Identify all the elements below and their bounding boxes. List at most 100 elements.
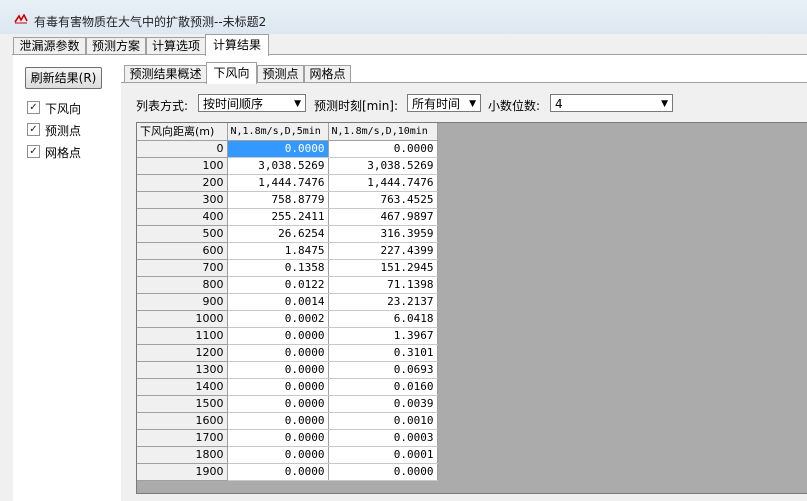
table-cell[interactable]: 0.0693 [328, 361, 438, 379]
row-header-distance[interactable]: 900 [137, 293, 228, 311]
table-cell[interactable]: 1.8475 [227, 242, 329, 260]
table-cell[interactable]: 0.0000 [227, 429, 329, 447]
table-cell[interactable]: 0.0000 [227, 378, 329, 396]
checkmark-icon[interactable]: ✓ [27, 145, 40, 158]
table-cell[interactable]: 71.1398 [328, 276, 438, 294]
row-header-distance[interactable]: 800 [137, 276, 228, 294]
row-header-distance[interactable]: 1500 [137, 395, 228, 413]
table-cell[interactable]: 151.2945 [328, 259, 438, 277]
time-select[interactable]: 所有时间 ▼ [407, 94, 481, 112]
checkmark-icon[interactable]: ✓ [27, 123, 40, 136]
table-cell[interactable]: 0.0160 [328, 378, 438, 396]
table-cell[interactable]: 0.0003 [328, 429, 438, 447]
table-row[interactable]: 1600 0.0000 0.0010 [137, 412, 438, 430]
row-header-distance[interactable]: 200 [137, 174, 228, 192]
table-cell[interactable]: 1.3967 [328, 327, 438, 345]
table-row[interactable]: 1000 0.0002 6.0418 [137, 310, 438, 328]
table-row[interactable]: 100 3,038.5269 3,038.5269 [137, 157, 438, 175]
row-header-distance[interactable]: 300 [137, 191, 228, 209]
table-cell[interactable]: 763.4525 [328, 191, 438, 209]
table-cell[interactable]: 0.0000 [328, 140, 438, 158]
table-cell[interactable]: 0.0039 [328, 395, 438, 413]
subtab-downwind[interactable]: 下风向 [206, 62, 257, 84]
results-grid[interactable]: 下风向距离(m) N,1.8m/s,D,5min N,1.8m/s,D,10mi… [136, 122, 807, 494]
row-header-distance[interactable]: 100 [137, 157, 228, 175]
row-header-distance[interactable]: 1200 [137, 344, 228, 362]
table-cell[interactable]: 0.0000 [227, 344, 329, 362]
chevron-down-icon[interactable]: ▼ [294, 95, 301, 113]
table-cell[interactable]: 1,444.7476 [328, 174, 438, 192]
table-row[interactable]: 200 1,444.7476 1,444.7476 [137, 174, 438, 192]
table-cell[interactable]: 227.4399 [328, 242, 438, 260]
chevron-down-icon[interactable]: ▼ [469, 95, 476, 113]
table-cell[interactable]: 0.0000 [328, 463, 438, 481]
table-row[interactable]: 900 0.0014 23.2137 [137, 293, 438, 311]
table-cell[interactable]: 0.0002 [227, 310, 329, 328]
table-row[interactable]: 0 0.0000 0.0000 [137, 140, 438, 158]
table-row[interactable]: 1800 0.0000 0.0001 [137, 446, 438, 464]
row-header-distance[interactable]: 1100 [137, 327, 228, 345]
table-cell[interactable]: 0.0000 [227, 446, 329, 464]
table-cell[interactable]: 26.6254 [227, 225, 329, 243]
row-header-distance[interactable]: 1800 [137, 446, 228, 464]
subtab-prediction-points[interactable]: 预测点 [257, 65, 304, 83]
tab-calc-results[interactable]: 计算结果 [205, 34, 269, 56]
row-header-distance[interactable]: 700 [137, 259, 228, 277]
column-header-5min[interactable]: N,1.8m/s,D,5min [227, 123, 329, 141]
table-cell[interactable]: 0.0000 [227, 463, 329, 481]
tab-leak-source[interactable]: 泄漏源参数 [13, 37, 86, 55]
column-header-10min[interactable]: N,1.8m/s,D,10min [328, 123, 438, 141]
table-cell[interactable]: 23.2137 [328, 293, 438, 311]
table-row[interactable]: 1200 0.0000 0.3101 [137, 344, 438, 362]
table-cell[interactable]: 0.3101 [328, 344, 438, 362]
table-row[interactable]: 1300 0.0000 0.0693 [137, 361, 438, 379]
table-cell[interactable]: 0.0001 [328, 446, 438, 464]
table-row[interactable]: 800 0.0122 71.1398 [137, 276, 438, 294]
table-row[interactable]: 1400 0.0000 0.0160 [137, 378, 438, 396]
table-cell[interactable]: 0.0122 [227, 276, 329, 294]
row-header-distance[interactable]: 400 [137, 208, 228, 226]
row-header-distance[interactable]: 1300 [137, 361, 228, 379]
table-row[interactable]: 500 26.6254 316.3959 [137, 225, 438, 243]
chevron-down-icon[interactable]: ▼ [661, 95, 668, 113]
row-header-distance[interactable]: 1000 [137, 310, 228, 328]
table-cell[interactable]: 0.0000 [227, 361, 329, 379]
subtab-summary[interactable]: 预测结果概述 [124, 65, 207, 83]
table-row[interactable]: 1700 0.0000 0.0003 [137, 429, 438, 447]
table-cell[interactable]: 3,038.5269 [328, 157, 438, 175]
table-cell[interactable]: 255.2411 [227, 208, 329, 226]
table-cell[interactable]: 0.0000 [227, 412, 329, 430]
table-cell[interactable]: 316.3959 [328, 225, 438, 243]
table-cell[interactable]: 0.0010 [328, 412, 438, 430]
row-header-distance[interactable]: 0 [137, 140, 228, 158]
table-cell[interactable]: 3,038.5269 [227, 157, 329, 175]
table-row[interactable]: 1900 0.0000 0.0000 [137, 463, 438, 481]
refresh-results-button[interactable]: 刷新结果(R) [25, 67, 102, 89]
row-header-distance[interactable]: 1900 [137, 463, 228, 481]
table-cell[interactable]: 6.0418 [328, 310, 438, 328]
table-row[interactable]: 600 1.8475 227.4399 [137, 242, 438, 260]
table-cell[interactable]: 758.8779 [227, 191, 329, 209]
table-cell[interactable]: 0.1358 [227, 259, 329, 277]
table-cell[interactable]: 0.0000 [227, 395, 329, 413]
table-row[interactable]: 1500 0.0000 0.0039 [137, 395, 438, 413]
tab-calc-options[interactable]: 计算选项 [146, 37, 206, 55]
row-header-distance[interactable]: 500 [137, 225, 228, 243]
tab-prediction-plan[interactable]: 预测方案 [86, 37, 146, 55]
table-cell[interactable]: 0.0014 [227, 293, 329, 311]
column-header-distance[interactable]: 下风向距离(m) [137, 123, 228, 141]
checkmark-icon[interactable]: ✓ [27, 101, 40, 114]
table-cell[interactable]: 467.9897 [328, 208, 438, 226]
decimals-select[interactable]: 4 ▼ [550, 94, 673, 112]
row-header-distance[interactable]: 1600 [137, 412, 228, 430]
row-header-distance[interactable]: 1400 [137, 378, 228, 396]
list-mode-select[interactable]: 按时间顺序 ▼ [198, 94, 306, 112]
table-row[interactable]: 300 758.8779 763.4525 [137, 191, 438, 209]
table-row[interactable]: 1100 0.0000 1.3967 [137, 327, 438, 345]
table-row[interactable]: 700 0.1358 151.2945 [137, 259, 438, 277]
table-cell[interactable]: 0.0000 [227, 140, 329, 158]
table-row[interactable]: 400 255.2411 467.9897 [137, 208, 438, 226]
subtab-grid-points[interactable]: 网格点 [304, 65, 351, 83]
row-header-distance[interactable]: 600 [137, 242, 228, 260]
table-cell[interactable]: 1,444.7476 [227, 174, 329, 192]
